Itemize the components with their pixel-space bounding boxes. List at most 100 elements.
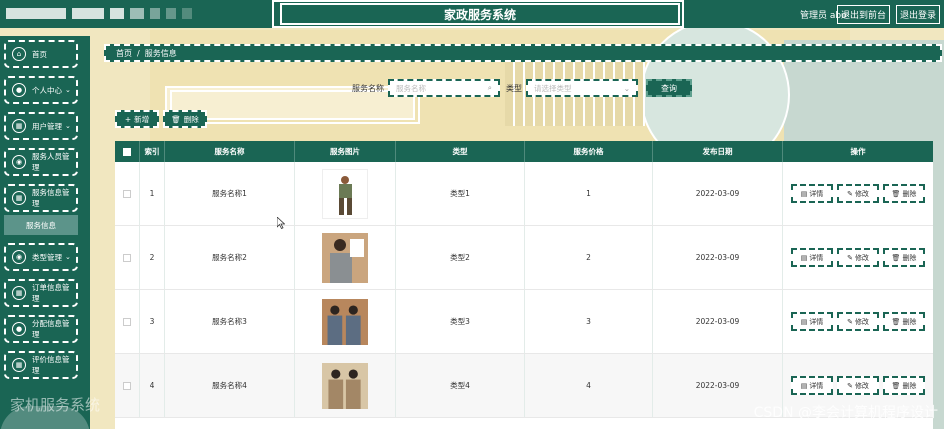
col-index: 索引 [140, 141, 165, 162]
search-icon: ⌕ [487, 83, 492, 92]
trash-icon: 🗑 [891, 253, 901, 262]
sidebar-item-label: 评价信息管理 [32, 355, 70, 375]
row-checkbox[interactable] [123, 317, 131, 326]
col-actions: 操作 [850, 147, 866, 156]
delete-label: 删除 [902, 189, 917, 198]
document-icon: ▤ [800, 189, 808, 198]
grid-icon: ▦ [12, 286, 26, 300]
pencil-icon: ✎ [847, 317, 853, 326]
delete-label: 删除 [902, 381, 917, 390]
sidebar-item-label: 服务信息管理 [32, 188, 70, 208]
sidebar-item-assign[interactable]: ● 分配信息管理 [4, 315, 78, 343]
col-type: 类型 [396, 141, 525, 162]
select-all-cell [115, 141, 140, 162]
user-icon: ● [12, 83, 26, 97]
edit-label: 修改 [854, 189, 869, 198]
sidebar-item-label: 首页 [32, 49, 47, 59]
logout-button[interactable]: 退出登录 [895, 5, 940, 24]
trash-icon: 🗑 [891, 381, 901, 390]
detail-label: 详情 [809, 189, 824, 198]
sidebar-item-staff[interactable]: ◉ 服务人员管理 [4, 148, 78, 176]
sidebar-item-orders[interactable]: ▦ 订单信息管理 [4, 279, 78, 307]
sidebar-item-reviews[interactable]: ▦ 评价信息管理 [4, 351, 78, 379]
detail-button[interactable]: ▤ 详情 [791, 184, 833, 203]
service-name-label: 服务名称 [352, 83, 384, 93]
grid-icon: ▦ [12, 119, 26, 133]
col-name: 服务名称 [165, 141, 295, 162]
table-row: 1 服务名称1 类型1 1 2022-03-09 ▤ 详情 ✎ 修改 🗑 删除 [115, 162, 933, 226]
delete-button[interactable]: 🗑 删除 [883, 248, 925, 267]
search-bar: 服务名称 服务名称 ⌕ 类型 请选择类型 ⌄ 查询 [352, 79, 692, 97]
app-title: 家政服务系统 [280, 3, 680, 25]
service-name-placeholder: 服务名称 [396, 83, 426, 93]
search-button[interactable]: 查询 [646, 79, 692, 97]
row-date: 2022-03-09 [653, 226, 783, 289]
trash-icon: 🗑 [171, 114, 181, 124]
breadcrumb-home[interactable]: 首页 [116, 48, 132, 59]
sidebar-item-types[interactable]: ◉ 类型管理 ⌄ [4, 243, 78, 271]
row-index: 4 [140, 354, 165, 417]
plus-icon: + [124, 114, 132, 124]
sidebar-item-label: 分配信息管理 [32, 319, 70, 339]
row-name: 服务名称4 [165, 354, 295, 417]
add-button-label: 新增 [134, 114, 150, 124]
chevron-down-icon: ⌄ [65, 86, 71, 94]
select-all-checkbox[interactable] [123, 147, 131, 156]
row-date: 2022-03-09 [653, 162, 783, 225]
delete-button[interactable]: 🗑 删除 [883, 184, 925, 203]
row-date: 2022-03-09 [653, 290, 783, 353]
watermark-left: 家机服务系统 [10, 396, 101, 414]
service-photo [322, 297, 368, 347]
sidebar-item-users[interactable]: ▦ 用户管理 ⌄ [4, 112, 78, 140]
sidebar-subitem-service-info[interactable]: 服务信息 [4, 215, 78, 235]
document-icon: ▤ [800, 253, 808, 262]
edit-button[interactable]: ✎ 修改 [837, 184, 879, 203]
detail-label: 详情 [809, 317, 824, 326]
row-name: 服务名称1 [165, 162, 295, 225]
service-table: 索引 服务名称 服务图片 类型 服务价格 发布日期 操作 1 服务名称1 类型1… [115, 141, 933, 429]
sidebar-item-profile[interactable]: ● 个人中心 ⌄ [4, 76, 78, 104]
delete-button[interactable]: 🗑 删除 [883, 376, 925, 395]
row-price: 3 [525, 290, 653, 353]
row-checkbox[interactable] [123, 189, 131, 198]
sidebar-item-home[interactable]: ⌂ 首页 [4, 40, 78, 68]
row-index: 1 [140, 162, 165, 225]
sidebar-item-label: 服务人员管理 [32, 152, 70, 172]
trash-icon: 🗑 [891, 189, 901, 198]
detail-button[interactable]: ▤ 详情 [791, 248, 833, 267]
batch-delete-button[interactable]: 🗑 删除 [163, 110, 207, 128]
sidebar: ⌂ 首页 ● 个人中心 ⌄ ▦ 用户管理 ⌄ ◉ 服务人员管理 ▦ 服务信息管理 服务信息 ◉… [0, 36, 90, 429]
service-photo [322, 168, 368, 219]
edit-label: 修改 [854, 381, 869, 390]
detail-label: 详情 [809, 253, 824, 262]
delete-button[interactable]: 🗑 删除 [883, 312, 925, 331]
row-checkbox[interactable] [123, 381, 131, 390]
goto-front-button[interactable]: 退出到前台 [836, 5, 890, 24]
sidebar-item-label: 类型管理 [32, 252, 62, 262]
top-header: 家政服务系统 管理员 abo x 退出到前台 退出登录 [0, 0, 944, 28]
row-checkbox[interactable] [123, 253, 131, 262]
row-type: 类型4 [396, 354, 525, 417]
delete-button-label: 删除 [183, 114, 199, 124]
edit-label: 修改 [854, 253, 869, 262]
edit-label: 修改 [854, 317, 869, 326]
edit-button[interactable]: ✎ 修改 [837, 376, 879, 395]
document-icon: ▤ [800, 381, 808, 390]
edit-button[interactable]: ✎ 修改 [837, 312, 879, 331]
service-name-input[interactable]: 服务名称 ⌕ [388, 79, 500, 97]
row-name: 服务名称2 [165, 226, 295, 289]
type-select[interactable]: 请选择类型 ⌄ [526, 79, 638, 97]
breadcrumb-current: 服务信息 [144, 48, 177, 58]
detail-button[interactable]: ▤ 详情 [791, 312, 833, 331]
detail-button[interactable]: ▤ 详情 [791, 376, 833, 395]
add-button[interactable]: + 新增 [115, 110, 159, 128]
row-price: 1 [525, 162, 653, 225]
pencil-icon: ✎ [847, 189, 853, 198]
grid-icon: ▦ [12, 358, 26, 372]
chevron-down-icon: ⌄ [65, 253, 71, 261]
table-row: 2 服务名称2 类型2 2 2022-03-09 ▤ 详情 ✎ 修改 🗑 删除 [115, 226, 933, 290]
chevron-down-icon: ⌄ [65, 122, 71, 130]
grid-icon: ▦ [12, 191, 26, 205]
edit-button[interactable]: ✎ 修改 [837, 248, 879, 267]
sidebar-item-service-info[interactable]: ▦ 服务信息管理 [4, 184, 78, 212]
